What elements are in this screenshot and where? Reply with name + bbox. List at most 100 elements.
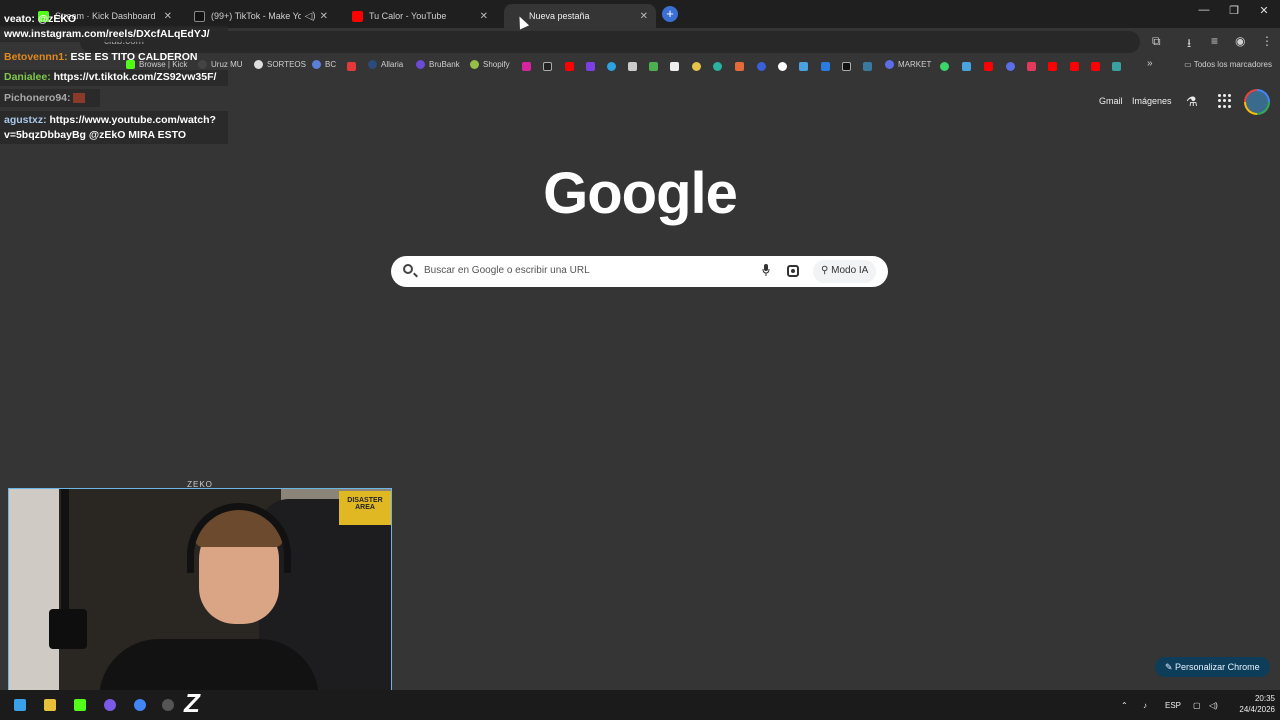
bookmark-icon-cloud[interactable] (799, 62, 808, 71)
bookmark-bc[interactable]: BC (312, 60, 336, 69)
market-icon (885, 60, 894, 69)
bookmark-icon-indigo[interactable] (1006, 62, 1015, 71)
tab-tiktok[interactable]: (99+) TikTok - Make Your Da ◁) ✕ (186, 4, 336, 28)
youtube-icon[interactable] (984, 62, 993, 71)
tab-label: Nueva pestaña (529, 11, 590, 21)
allaria-icon (368, 60, 377, 69)
labs-flask-icon[interactable]: ⚗ (1186, 94, 1198, 110)
volume-icon[interactable]: ◁) (1209, 701, 1218, 710)
bookmark-icon-yellow[interactable] (692, 62, 701, 71)
bookmark-icon-triangle[interactable] (1112, 62, 1121, 71)
bookmark-sorteos[interactable]: SORTEOS (254, 60, 306, 69)
taskbar-clock[interactable]: 20:35 24/4/2026 (1225, 693, 1275, 715)
close-icon[interactable]: ✕ (320, 11, 328, 22)
new-tab-button[interactable]: + (662, 6, 678, 22)
chrome-icon[interactable] (134, 699, 146, 711)
tab-label: Tu Calor - YouTube (369, 11, 447, 21)
avatar[interactable] (1244, 89, 1270, 115)
bookmark-icon-red[interactable] (347, 62, 356, 71)
chat-message: agustxz: https://www.youtube.com/watch? (4, 114, 216, 126)
sparkle-search-icon: ⚲ (821, 265, 832, 276)
bookmark-brubank[interactable]: BruBank (416, 60, 460, 69)
stream-logo: Z (184, 688, 200, 718)
clock-time: 20:35 (1254, 694, 1275, 703)
download-icon[interactable]: ⭳ (1187, 34, 1191, 55)
bookmark-icon-white[interactable] (670, 62, 679, 71)
bookmark-icon-teal[interactable] (713, 62, 722, 71)
youtube-icon[interactable] (565, 62, 574, 71)
bookmark-icon-purple[interactable] (586, 62, 595, 71)
profile-icon[interactable]: ◉ (1235, 34, 1245, 48)
extensions-icon[interactable]: ⧉ (1152, 34, 1161, 49)
chat-message: veato: @zEKO (4, 13, 77, 25)
media-icon[interactable]: ≡ (1211, 34, 1218, 48)
instagram-icon[interactable] (522, 62, 531, 71)
uruz-icon (198, 60, 207, 69)
bookmark-icon-bolt[interactable] (1027, 62, 1036, 71)
wall-sign: DISASTER AREA (339, 491, 391, 525)
close-window-button[interactable]: ✕ (1254, 4, 1274, 17)
speaker-icon[interactable]: ◁) (305, 11, 316, 22)
drive-icon[interactable] (649, 62, 658, 71)
more-bookmarks-icon[interactable]: » (1147, 58, 1153, 69)
tab-label: (99+) TikTok - Make Your Da (211, 11, 301, 21)
obs-icon[interactable] (162, 699, 174, 711)
brubank-icon (416, 60, 425, 69)
search-input[interactable]: Buscar en Google o escribir una URL (424, 265, 590, 276)
anchor-icon[interactable] (628, 62, 637, 71)
bookmark-icon-paypal[interactable] (821, 62, 830, 71)
bookmark-market[interactable]: MARKET (885, 60, 931, 69)
address-bar[interactable]: club.com (80, 31, 1140, 53)
emote-icon (73, 93, 86, 104)
chat-message: Danialee: https://vt.tiktok.com/ZS92vw35… (4, 71, 217, 83)
chat-message: Betovennn1: ESE ES TITO CALDERON (4, 51, 198, 63)
tray-chevron-icon[interactable]: ⌃ (1121, 701, 1128, 710)
tab-strip: Stream · Kick Dashboard ✕ (99+) TikTok -… (0, 0, 1280, 28)
minimize-button[interactable]: — (1194, 4, 1214, 16)
clock-date: 24/4/2026 (1239, 705, 1275, 714)
search-box[interactable]: Buscar en Google o escribir una URL ⚲ Mo… (391, 256, 888, 287)
bookmark-allaria[interactable]: Allaria (368, 60, 403, 69)
lens-icon[interactable] (787, 265, 799, 277)
google-apps-icon[interactable] (1218, 94, 1232, 108)
maximize-button[interactable]: ❐ (1224, 4, 1244, 17)
google-logo: Google (543, 161, 738, 226)
bookmark-shopify[interactable]: Shopify (470, 60, 510, 69)
gmail-link[interactable]: Gmail (1099, 96, 1123, 106)
bookmark-icon-cloud2[interactable] (962, 62, 971, 71)
youtube-icon[interactable] (1048, 62, 1057, 71)
youtube-icon[interactable] (1070, 62, 1079, 71)
app-icon[interactable] (104, 699, 116, 711)
customize-chrome-button[interactable]: ✎ Personalizar Chrome (1155, 657, 1270, 677)
telegram-icon[interactable] (607, 62, 616, 71)
bookmark-icon-orange[interactable] (735, 62, 744, 71)
avatar-image (1246, 91, 1268, 113)
x-icon[interactable] (543, 62, 552, 71)
tray-mic-icon[interactable]: ♪ (1143, 701, 1147, 710)
tab-youtube[interactable]: Tu Calor - YouTube ✕ (344, 4, 496, 28)
bookmark-icon-check[interactable] (863, 62, 872, 71)
menu-icon[interactable]: ⋮ (1261, 34, 1273, 48)
microphone-icon[interactable] (762, 264, 770, 276)
bookmark-icon-blue[interactable] (757, 62, 766, 71)
tiktok-icon (194, 10, 205, 22)
file-explorer-icon[interactable] (44, 699, 56, 711)
youtube-icon[interactable] (1091, 62, 1100, 71)
close-icon[interactable]: ✕ (164, 11, 172, 22)
search-icon (403, 264, 413, 274)
language-indicator[interactable]: ESP (1165, 701, 1181, 710)
start-icon[interactable] (14, 699, 26, 711)
close-icon[interactable]: ✕ (480, 11, 488, 22)
bookmark-uruz[interactable]: Uruz MU (198, 60, 243, 69)
bookmark-icon-circle[interactable] (778, 62, 787, 71)
images-link[interactable]: Imágenes (1132, 96, 1172, 106)
bookmark-icon-green[interactable] (940, 62, 949, 71)
ai-mode-button[interactable]: ⚲ Modo IA (813, 260, 877, 283)
kick-app-icon[interactable] (74, 699, 86, 711)
pencil-icon: ✎ (1165, 662, 1176, 672)
microphone (49, 609, 87, 649)
close-icon[interactable]: ✕ (640, 11, 648, 22)
network-icon[interactable]: ▢ (1193, 701, 1201, 710)
tiktok-icon[interactable] (842, 62, 851, 71)
all-bookmarks-folder[interactable]: ▭ Todos los marcadores (1184, 60, 1272, 69)
